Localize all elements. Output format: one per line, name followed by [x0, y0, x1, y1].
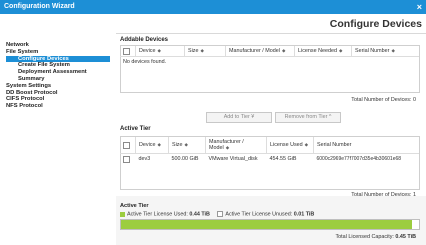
col-device[interactable]: Device ◆ — [135, 137, 169, 154]
sidebar-item-file-system[interactable]: File System — [6, 49, 110, 56]
sort-icon: ◆ — [281, 48, 286, 53]
addable-devices-table: Device ◆ Size ◆ Manufacturer / Model ◆ Lice… — [120, 46, 419, 67]
col-manufacturer-model[interactable]: Manufacturer / Model ◆ — [205, 137, 267, 154]
col-serial-number[interactable]: Serial Number ◆ — [351, 46, 419, 57]
sidebar-item-configure-devices[interactable]: Configure Devices — [6, 55, 110, 63]
title-divider — [116, 33, 426, 34]
cell-size: 500.00 GiB — [171, 156, 199, 162]
sort-icon: ◆ — [225, 145, 230, 150]
license-used-fill — [121, 220, 413, 229]
close-icon[interactable]: × — [413, 0, 422, 14]
sidebar-item-system-settings[interactable]: System Settings — [6, 83, 110, 90]
sidebar-item-dd-boost-protocol[interactable]: DD Boost Protocol — [6, 90, 110, 97]
used-value: 0.44 TiB — [189, 211, 210, 218]
usage-title: Active Tier — [120, 203, 149, 209]
active-tier-table: Device ◆ Size ◆ Manufacturer / Model ◆ Lice… — [120, 137, 419, 164]
cell-license-used: 454.55 GiB — [269, 156, 297, 162]
add-to-tier-button[interactable]: Add to Tier ¥ — [206, 112, 272, 123]
table-row[interactable]: dev3 500.00 GiB VMware Virtual_disk 454.… — [120, 154, 419, 165]
chevron-down-icon: ¥ — [251, 114, 255, 120]
sort-icon: ◆ — [391, 48, 395, 53]
sidebar-item-summary[interactable]: Summary — [6, 76, 110, 83]
active-tier-title: Active Tier — [120, 126, 151, 132]
unused-swatch — [217, 211, 224, 217]
cell-serial-number: 6000c2969e77f7007d35e4b30601e68 — [316, 156, 402, 162]
select-all-checkbox[interactable] — [123, 47, 130, 55]
chevron-up-icon: ^ — [328, 114, 332, 120]
unused-label: Active Tier License Unused: — [225, 211, 293, 218]
wizard-sidebar: Network File System Configure Devices Creat… — [6, 42, 110, 110]
window-titlebar: Configuration Wizard × — [0, 0, 426, 14]
unused-value: 0.01 TiB — [293, 211, 315, 218]
sort-icon: ◆ — [184, 142, 188, 147]
sidebar-item-network[interactable]: Network — [6, 42, 110, 49]
page-title: Configure Devices — [329, 18, 422, 30]
select-all-checkbox[interactable] — [123, 141, 130, 149]
col-serial-number[interactable]: Serial Number — [313, 137, 419, 154]
empty-message: No devices found. — [123, 59, 167, 65]
col-device[interactable]: Device ◆ — [135, 46, 185, 57]
col-size[interactable]: Size ◆ — [184, 46, 226, 57]
sidebar-item-deployment-assessment[interactable]: Deployment Assessment — [6, 69, 110, 76]
license-usage-bar — [120, 219, 420, 230]
sort-icon: ◆ — [304, 142, 309, 147]
sidebar-item-cifs-protocol[interactable]: CIFS Protocol — [6, 96, 110, 103]
col-license-used[interactable]: License Used ◆ — [266, 137, 314, 154]
cell-device: dev3 — [138, 156, 151, 162]
sidebar-item-create-file-system[interactable]: Create File System — [6, 62, 110, 69]
col-manufacturer-model[interactable]: Manufacturer / Model ◆ — [225, 46, 295, 57]
total-capacity: Total Licensed Capacity: 0.45 TiB — [335, 234, 416, 240]
cell-model: VMware Virtual_disk — [208, 156, 258, 162]
addable-total: Total Number of Devices: 0 — [351, 97, 416, 103]
used-label: Active Tier License Used: — [127, 211, 188, 218]
col-license-needed[interactable]: License Needed ◆ — [294, 46, 352, 57]
addable-devices-title: Addable Devices — [120, 37, 169, 43]
window-title: Configuration Wizard — [4, 3, 75, 10]
sort-icon: ◆ — [157, 48, 161, 53]
row-checkbox[interactable] — [123, 155, 130, 163]
col-size[interactable]: Size ◆ — [168, 137, 206, 154]
sort-icon: ◆ — [338, 48, 343, 53]
sidebar-item-nfs-protocol[interactable]: NFS Protocol — [6, 103, 110, 110]
sort-icon: ◆ — [157, 142, 161, 147]
sort-icon: ◆ — [200, 48, 204, 53]
remove-from-tier-button[interactable]: Remove from Tier ^ — [275, 112, 341, 123]
usage-legend: Active Tier License Used: 0.44 TiB Activ… — [120, 211, 314, 217]
used-swatch — [120, 211, 125, 217]
